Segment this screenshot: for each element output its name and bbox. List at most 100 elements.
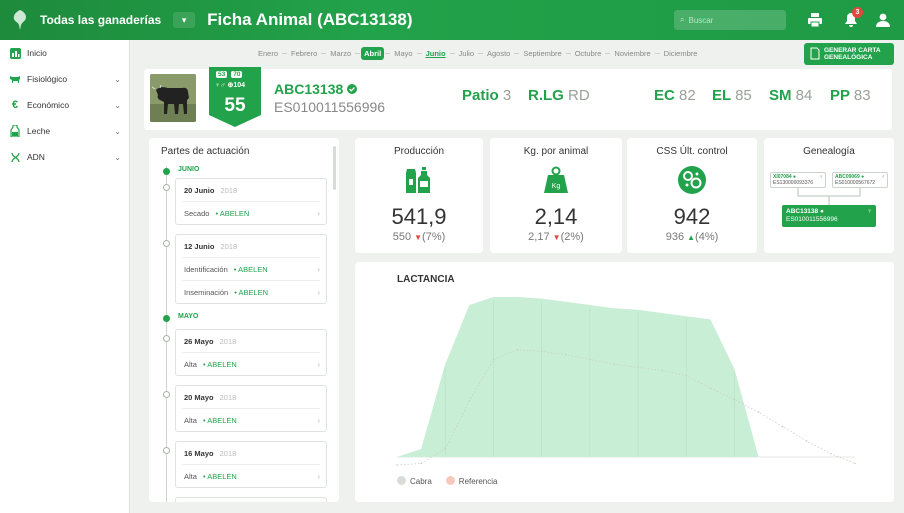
sidebar-item-label: Fisiológico — [27, 74, 68, 84]
month-enero[interactable]: Enero — [255, 47, 281, 60]
legend-item-referencia[interactable]: Referencia — [445, 476, 498, 486]
print-icon[interactable] — [804, 9, 826, 31]
chart-legend: Cabra Referencia — [397, 476, 497, 486]
document-icon — [810, 47, 820, 60]
series-referencia-point — [733, 398, 736, 401]
weight-icon: Kg — [542, 165, 570, 197]
kpi-title: CSS Últ. control — [656, 146, 728, 157]
chevron-down-icon[interactable]: ▾ — [173, 12, 196, 28]
month-septiembre[interactable]: Septiembre — [520, 47, 564, 60]
sidebar-item-leche[interactable]: Leche ⌄ — [0, 118, 129, 144]
month-abril[interactable]: Abril — [361, 47, 385, 60]
legend-item-cabra[interactable]: Cabra — [397, 476, 432, 486]
badge-a: 53 — [216, 71, 228, 78]
action-card[interactable]: 20 Junio 2018 Secado • ABELEN › — [163, 178, 327, 225]
action-card[interactable]: 20 Mayo 2018 Alta • ABELEN › — [163, 385, 327, 432]
month-junio[interactable]: Junio — [423, 47, 449, 60]
series-referencia-point — [685, 374, 688, 377]
action-row[interactable]: Inseminación • ABELEN › — [176, 281, 326, 303]
action-year: 2018 — [219, 336, 237, 346]
month-mayo[interactable]: Mayo — [391, 47, 415, 60]
kpi-css[interactable]: CSS Últ. control 942 936 ▲(4%) — [627, 138, 757, 253]
month-separator — [449, 53, 455, 54]
sidebar-item-fisiologico[interactable]: Fisiológico ⌄ — [0, 66, 129, 92]
series-referencia-point — [540, 350, 543, 353]
cells-icon — [677, 165, 707, 197]
action-row[interactable]: Alta • ABELEN › — [176, 465, 326, 487]
action-date: 12 Junio 2018 — [176, 235, 326, 257]
action-day-month: 12 Junio — [184, 241, 215, 251]
action-year: 2018 — [219, 448, 237, 458]
sidebar-item-inicio[interactable]: Inicio — [0, 40, 129, 66]
user-icon[interactable] — [872, 9, 894, 31]
month-noviembre[interactable]: Noviembre — [611, 47, 653, 60]
month-diciembre[interactable]: Diciembre — [661, 47, 701, 60]
month-selector: Enero Febrero Marzo Abril Mayo Junio Julio Agos… — [255, 47, 700, 60]
sidebar-item-economico[interactable]: € Económico ⌄ — [0, 92, 129, 118]
kpi-sub: 2,17 ▼(2%) — [490, 231, 622, 243]
kpi-sub: 936 ▲(4%) — [627, 231, 757, 243]
action-row[interactable]: Secado • ABELEN › — [176, 202, 326, 224]
action-card[interactable]: 26 Mayo 2018 Alta • ABELEN › — [163, 329, 327, 376]
action-row[interactable]: Alta • ABELEN › — [176, 409, 326, 431]
generate-genealogy-button[interactable]: GENERAR CARTA GENEALÓGICA — [804, 43, 894, 65]
mother-box[interactable]: ABC09069 ● ♂ ES010000567672 — [832, 172, 888, 188]
search-input[interactable]: ⌕ Buscar — [674, 10, 786, 30]
month-febrero[interactable]: Febrero — [288, 47, 320, 60]
legend-label: Referencia — [458, 477, 498, 486]
herds-selector[interactable]: Todas las ganaderías — [40, 13, 161, 27]
action-row[interactable]: Identificación • ABELEN › — [176, 258, 326, 280]
kpi-sub-pct: (2%) — [560, 231, 584, 243]
series-cabra-area — [397, 297, 855, 457]
animal-code: ES010011556996 — [274, 99, 386, 115]
series-referencia-point — [420, 462, 422, 465]
kpi-sub-value: 2,17 — [528, 231, 550, 243]
action-card[interactable]: 12 Junio 2018 Identificación • ABELEN › Insem… — [163, 234, 327, 304]
female-icon: ♀ — [867, 208, 872, 215]
sidebar-item-adn[interactable]: ADN ⌄ — [0, 144, 129, 170]
month-agosto[interactable]: Agosto — [484, 47, 513, 60]
kpi-title: Producción — [393, 146, 445, 157]
father-box[interactable]: XI07084 ● ♀ ES130000093376 — [770, 172, 826, 188]
animal-photo — [150, 74, 196, 122]
genealogy-card[interactable]: Genealogía XI07084 ● ♀ ES130000093376 AB… — [764, 138, 894, 253]
stat-label: Patio — [462, 87, 499, 104]
cow-icon — [9, 73, 21, 85]
legend-swatch — [397, 476, 406, 485]
action-card[interactable]: 16 Mayo 2018 Alta • ABELEN › — [163, 441, 327, 488]
chevron-down-icon: ⌄ — [114, 126, 121, 136]
animal-header: 53 70 ♀♂ ⊕104 55 ABC13138 ES010011556996 … — [144, 67, 892, 130]
month-octubre[interactable]: Octubre — [572, 47, 605, 60]
timeline-dot — [163, 335, 170, 342]
legend-swatch — [445, 476, 455, 485]
kpi-production[interactable]: Producción 541,9 550 ▼(7%) — [355, 138, 483, 253]
kpi-value: 2,14 — [534, 204, 578, 229]
timeline-month-label: MAYO — [178, 313, 199, 320]
stat-rlg: R.LG RD — [528, 87, 590, 104]
action-card[interactable]: 10 Mayo2018 — [175, 497, 327, 502]
action-user: • ABELEN — [202, 415, 237, 425]
animal-id: ABC13138 — [274, 81, 358, 97]
action-user: • ABELEN — [215, 208, 250, 218]
stat-patio: Patio 3 — [462, 87, 511, 104]
month-marzo[interactable]: Marzo — [327, 47, 354, 60]
kpi-kg-per-animal[interactable]: Kg. por animal Kg 2,14 2,17 ▼(2%) — [490, 138, 622, 253]
check-circle-icon: ● — [819, 208, 824, 215]
sidebar-item-label: Inicio — [27, 48, 47, 58]
chevron-right-icon: › — [317, 287, 320, 297]
brand-logo-icon[interactable] — [6, 0, 34, 40]
trend-down-icon: ▼ — [552, 233, 561, 242]
timeline-dot — [163, 240, 170, 247]
month-dot — [163, 315, 170, 322]
self-code: ES010011556996 — [786, 216, 838, 223]
action-row[interactable]: Alta • ABELEN › — [176, 353, 326, 375]
scrollbar[interactable] — [333, 146, 336, 190]
self-box[interactable]: ABC13138 ● ♀ ES010011556996 — [782, 205, 876, 227]
month-separator — [654, 53, 660, 54]
series-referencia-point — [830, 453, 832, 455]
month-separator — [385, 53, 391, 54]
timeline-dot — [163, 391, 170, 398]
notifications-icon[interactable]: 3 — [840, 7, 863, 31]
kpi-sub-pct: (7%) — [422, 231, 446, 243]
month-julio[interactable]: Julio — [456, 47, 477, 60]
